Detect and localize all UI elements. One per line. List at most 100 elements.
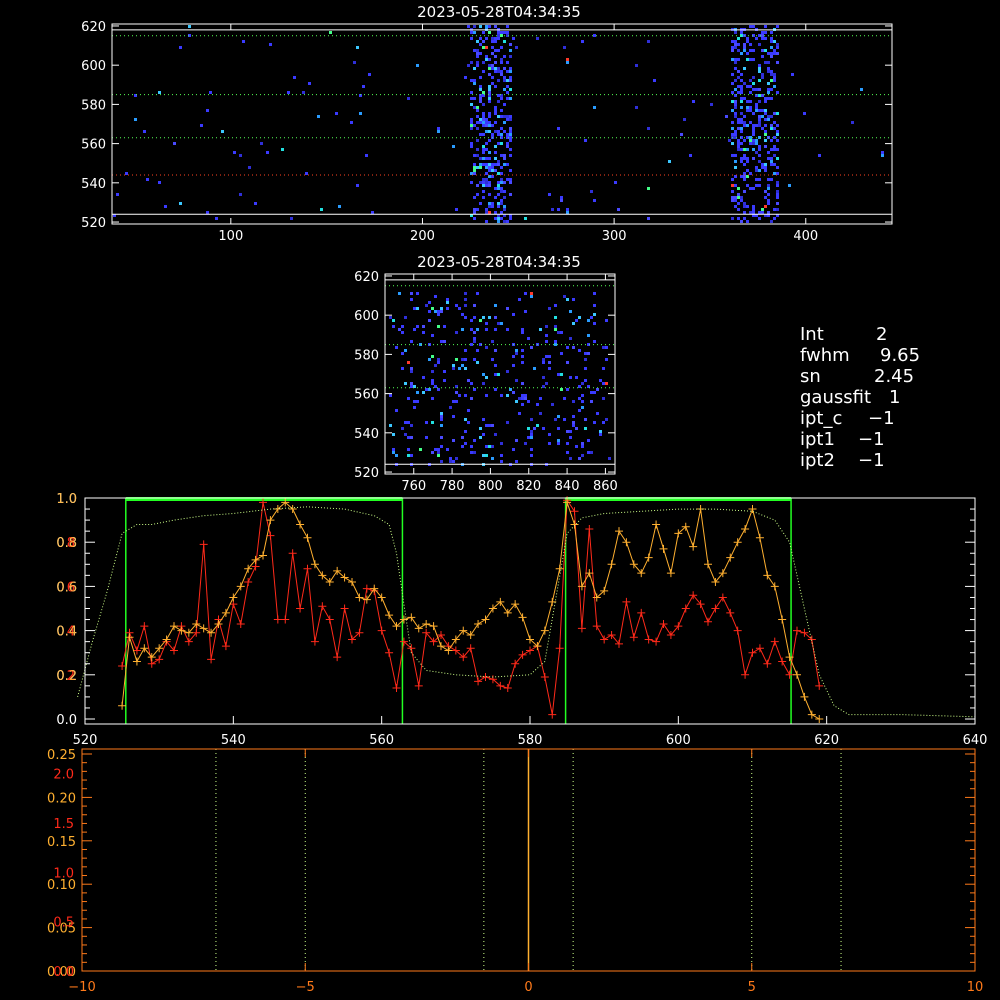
heatmap-pixel: [509, 97, 512, 100]
heatmap-pixel: [761, 115, 764, 118]
heatmap-pixel: [776, 184, 779, 187]
heatmap-pixel: [266, 151, 269, 154]
heatmap-pixel: [233, 151, 236, 154]
heatmap-pixel: [749, 139, 752, 142]
heatmap-pixel: [509, 55, 512, 58]
heatmap-pixel: [752, 88, 755, 91]
heatmap-pixel: [767, 91, 770, 94]
heatmap-pixel: [485, 346, 488, 349]
heatmap-pixel: [524, 397, 527, 400]
heatmap-pixel: [464, 76, 467, 79]
heatmap-pixel: [770, 31, 773, 34]
heatmap-pixel: [746, 169, 749, 172]
profile-point-marker: [296, 604, 305, 613]
heatmap-wide-marks: [112, 25, 892, 223]
heatmap-pixel: [488, 316, 491, 319]
heatmap-pixel: [770, 37, 773, 40]
heatmap-pixel: [452, 364, 455, 367]
heatmap-pixel: [479, 436, 482, 439]
heatmap-pixel: [521, 331, 524, 334]
heatmap-pixel: [470, 445, 473, 448]
heatmap-pixel: [494, 349, 497, 352]
heatmap-pixel: [470, 142, 473, 145]
heatmap-pixel: [413, 400, 416, 403]
profile-point-marker: [741, 670, 750, 679]
heatmap-pixel: [761, 163, 764, 166]
heatmap-pixel: [773, 79, 776, 82]
heatmap-pixel: [500, 211, 503, 214]
heatmap-pixel: [470, 328, 473, 331]
heatmap-pixel: [566, 61, 569, 64]
heatmap-pixel: [485, 25, 488, 28]
heatmap-pixel: [734, 166, 737, 169]
heatmap-pixel: [179, 202, 182, 205]
heatmap-pixel: [488, 73, 491, 76]
heatmap-pixel: [587, 334, 590, 337]
profile-point-marker: [303, 564, 312, 573]
heatmap-pixel: [485, 376, 488, 379]
heatmap-pixel: [530, 448, 533, 451]
figure-canvas: 2023-05-28T04:34:35 100 200 300 40052054056…: [47, 3, 987, 995]
heatmap-pixel: [461, 364, 464, 367]
heatmap-pixel: [470, 97, 473, 100]
heatmap-pixel: [764, 166, 767, 169]
heatmap-pixel: [482, 181, 485, 184]
heatmap-pixel: [416, 400, 419, 403]
heatmap-pixel: [530, 295, 533, 298]
heatmap-pixel: [536, 424, 539, 427]
profile-point-marker: [310, 637, 319, 646]
profile-point-marker: [140, 622, 149, 631]
heatmap-pixel: [494, 169, 497, 172]
profile-point-marker: [422, 619, 431, 628]
heatmap-wide-title: 2023-05-28T04:34:35: [417, 3, 581, 21]
profile-point-marker: [288, 549, 297, 558]
heatmap-pixel: [473, 169, 476, 172]
heatmap-pixel: [485, 124, 488, 127]
heatmap-pixel: [503, 157, 506, 160]
heatmap-pixel: [521, 394, 524, 397]
heatmap-pixel: [767, 184, 770, 187]
heatmap-pixel: [476, 184, 479, 187]
heatmap-pixel: [506, 394, 509, 397]
heatmap-pixel: [737, 139, 740, 142]
heatmap-pixel: [461, 445, 464, 448]
heatmap-pixel: [479, 25, 482, 28]
x-tick-label: −5: [296, 980, 315, 995]
heatmap-pixel: [491, 205, 494, 208]
heatmap-pixel: [260, 142, 263, 145]
heatmap-pixel: [500, 190, 503, 193]
heatmap-pixel: [740, 142, 743, 145]
heatmap-pixel: [395, 454, 398, 457]
heatmap-pixel: [524, 217, 527, 220]
heatmap-pixel: [392, 319, 395, 322]
heatmap-pixel: [452, 439, 455, 442]
heatmap-pixel: [524, 442, 527, 445]
heatmap-pixel: [455, 208, 458, 211]
heatmap-pixel: [467, 421, 470, 424]
heatmap-pixel: [443, 325, 446, 328]
heatmap-pixel: [563, 418, 566, 421]
heatmap-pixel: [737, 121, 740, 124]
heatmap-pixel: [485, 121, 488, 124]
heatmap-pixel: [479, 163, 482, 166]
heatmap-pixel: [740, 91, 743, 94]
heatmap-pixel: [767, 199, 770, 202]
heatmap-pixel: [737, 49, 740, 52]
heatmap-pixel: [503, 205, 506, 208]
heatmap-pixel: [320, 208, 323, 211]
heatmap-pixel: [500, 73, 503, 76]
heatmap-pixel: [416, 307, 419, 310]
heatmap-pixel: [179, 46, 182, 49]
heatmap-pixel: [770, 79, 773, 82]
heatmap-pixel: [491, 37, 494, 40]
heatmap-pixel: [521, 328, 524, 331]
heatmap-pixel: [731, 49, 734, 52]
heatmap-pixel: [464, 430, 467, 433]
heatmap-pixel: [464, 298, 467, 301]
profile-point-marker: [236, 619, 245, 628]
heatmap-pixel: [410, 454, 413, 457]
heatmap-pixel: [473, 97, 476, 100]
heatmap-pixel: [605, 319, 608, 322]
heatmap-pixel: [488, 193, 491, 196]
heatmap-pixel: [773, 154, 776, 157]
